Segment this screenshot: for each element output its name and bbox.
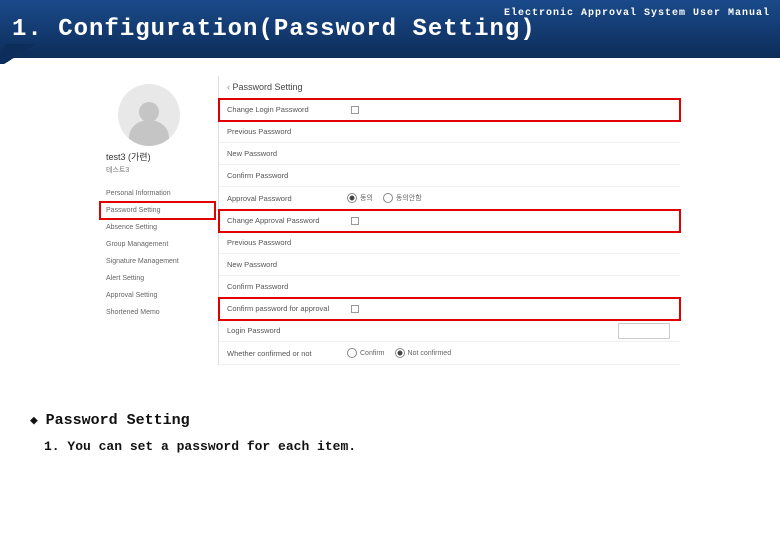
- change-login-password-label: Change Login Password: [227, 105, 347, 114]
- approval-confirm-row: Confirm Password: [219, 276, 680, 298]
- profile-panel: test3 (가련) 테스트3 Personal Information Pas…: [100, 76, 215, 321]
- approval-password-radio-row: Approval Password 동의 동의안함: [219, 187, 680, 210]
- side-menu: Personal Information Password Setting Ab…: [100, 185, 215, 321]
- approval-radio-1[interactable]: 동의: [347, 193, 373, 203]
- sidebar-item-label: Group Management: [106, 241, 168, 248]
- settings-panel: Password Setting Change Login Password P…: [218, 76, 680, 365]
- whether-radio-2[interactable]: Not confirmed: [395, 348, 452, 358]
- username: test3 (가련): [106, 150, 215, 163]
- change-approval-password-row: Change Approval Password: [219, 210, 680, 232]
- approval-new-label: New Password: [227, 260, 347, 269]
- sidebar-item-label: Approval Setting: [106, 292, 157, 299]
- approval-password-label: Approval Password: [227, 194, 347, 203]
- sidebar-item-approval[interactable]: Approval Setting: [100, 287, 215, 304]
- radio-label: 동의안함: [396, 193, 422, 203]
- change-approval-password-label: Change Approval Password: [227, 216, 347, 225]
- sidebar-item-password[interactable]: Password Setting: [100, 202, 215, 219]
- approval-confirm-label: Confirm Password: [227, 282, 347, 291]
- sidebar-item-group[interactable]: Group Management: [100, 236, 215, 253]
- notes-line-1: 1. You can set a password for each item.: [44, 439, 356, 454]
- whether-confirmed-label: Whether confirmed or not: [227, 349, 347, 358]
- notes: Password Setting 1. You can set a passwo…: [30, 412, 356, 454]
- login-prev-label: Previous Password: [227, 127, 347, 136]
- sidebar-item-label: Signature Management: [106, 258, 179, 265]
- whether-confirmed-row: Whether confirmed or not Confirm Not con…: [219, 342, 680, 365]
- radio-label: 동의: [360, 193, 373, 203]
- sidebar-item-personal[interactable]: Personal Information: [100, 185, 215, 202]
- approval-radio-2[interactable]: 동의안함: [383, 193, 422, 203]
- login-confirm-label: Confirm Password: [227, 171, 347, 180]
- approval-prev-label: Previous Password: [227, 238, 347, 247]
- sidebar-item-label: Password Setting: [106, 207, 160, 214]
- avatar: [118, 84, 180, 146]
- login-new-label: New Password: [227, 149, 347, 158]
- login-password-label: Login Password: [227, 326, 347, 335]
- manual-title: Electronic Approval System User Manual: [504, 8, 770, 19]
- confirm-password-approval-checkbox[interactable]: [351, 305, 359, 313]
- confirm-password-approval-row: Confirm password for approval: [219, 298, 680, 320]
- save-button[interactable]: [618, 323, 670, 339]
- notes-heading: Password Setting: [30, 412, 356, 429]
- sidebar-item-label: Personal Information: [106, 190, 171, 197]
- panel-title: Password Setting: [219, 76, 680, 99]
- login-password-row: Login Password: [219, 320, 680, 342]
- approval-prev-row: Previous Password: [219, 232, 680, 254]
- sidebar-item-label: Absence Setting: [106, 224, 157, 231]
- change-login-password-row: Change Login Password: [219, 99, 680, 121]
- sidebar-item-absence[interactable]: Absence Setting: [100, 219, 215, 236]
- confirm-password-approval-label: Confirm password for approval: [227, 304, 347, 313]
- sidebar-item-label: Alert Setting: [106, 275, 144, 282]
- user-company: 테스트3: [106, 165, 215, 175]
- page-title: 1. Configuration(Password Setting): [12, 16, 536, 43]
- page-header: 1. Configuration(Password Setting) Elect…: [0, 0, 780, 58]
- change-approval-password-checkbox[interactable]: [351, 217, 359, 225]
- radio-label: Not confirmed: [408, 350, 452, 357]
- login-prev-row: Previous Password: [219, 121, 680, 143]
- sidebar-item-alert[interactable]: Alert Setting: [100, 270, 215, 287]
- approval-new-row: New Password: [219, 254, 680, 276]
- login-new-row: New Password: [219, 143, 680, 165]
- sidebar-item-shortened[interactable]: Shortened Memo: [100, 304, 215, 321]
- change-login-password-checkbox[interactable]: [351, 106, 359, 114]
- sidebar-item-signature[interactable]: Signature Management: [100, 253, 215, 270]
- radio-label: Confirm: [360, 350, 385, 357]
- whether-radio-1[interactable]: Confirm: [347, 348, 385, 358]
- sidebar-item-label: Shortened Memo: [106, 309, 160, 316]
- login-confirm-row: Confirm Password: [219, 165, 680, 187]
- embedded-screenshot: test3 (가련) 테스트3 Personal Information Pas…: [100, 76, 680, 408]
